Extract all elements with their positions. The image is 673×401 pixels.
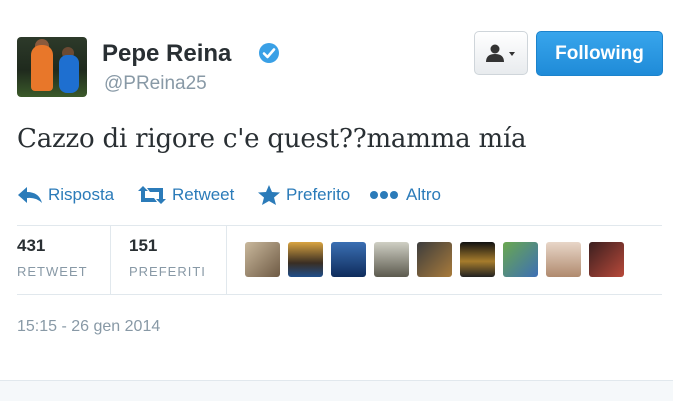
favoriter-avatar[interactable]	[460, 242, 495, 277]
verified-badge-icon	[259, 43, 279, 63]
following-button[interactable]: Following	[536, 31, 663, 76]
favorite-label: Preferito	[286, 185, 351, 204]
stats-separator	[110, 226, 111, 294]
retweet-count-label: RETWEET	[17, 264, 88, 279]
stats-top-divider	[17, 225, 662, 226]
favorite-action[interactable]: Preferito	[257, 182, 350, 208]
favoriter-avatar[interactable]	[589, 242, 624, 277]
tweet-text: Cazzo di rigore c'e quest??mamma mía	[17, 124, 527, 154]
author-handle[interactable]: @PReina25	[104, 73, 207, 95]
favoriter-avatar[interactable]	[331, 242, 366, 277]
favorite-count-value: 151	[129, 236, 158, 255]
reply-action[interactable]: Risposta	[17, 182, 114, 208]
retweet-action[interactable]: Retweet	[137, 182, 234, 208]
user-icon	[486, 44, 515, 62]
stats-separator	[226, 226, 227, 294]
more-action[interactable]: Altro	[369, 182, 441, 208]
retweet-count-value: 431	[17, 236, 46, 255]
retweet-count[interactable]: 431 RETWEET	[17, 236, 88, 279]
favoriter-avatar[interactable]	[374, 242, 409, 277]
favoriter-avatar[interactable]	[288, 242, 323, 277]
more-label: Altro	[406, 185, 441, 204]
user-actions-dropdown[interactable]	[474, 31, 528, 75]
favoriter-avatar[interactable]	[417, 242, 452, 277]
favorite-count[interactable]: 151 PREFERITI	[129, 236, 206, 279]
reply-label: Risposta	[48, 185, 115, 204]
more-dots-icon	[370, 191, 398, 199]
retweet-label: Retweet	[172, 185, 235, 204]
footer-bar	[0, 380, 673, 401]
stats-bottom-divider	[17, 294, 662, 295]
reply-icon	[18, 187, 42, 203]
favoriter-avatar[interactable]	[546, 242, 581, 277]
tweet-timestamp[interactable]: 15:15 - 26 gen 2014	[17, 318, 160, 336]
author-avatar[interactable]	[17, 37, 87, 97]
favoriter-avatar[interactable]	[503, 242, 538, 277]
retweet-icon	[138, 186, 166, 204]
star-icon	[258, 185, 280, 205]
favoriter-avatar[interactable]	[245, 242, 280, 277]
author-name[interactable]: Pepe Reina	[102, 40, 231, 68]
tweet-card: Pepe Reina @PReina25 Following Cazzo di …	[0, 0, 673, 380]
favorite-count-label: PREFERITI	[129, 264, 206, 279]
